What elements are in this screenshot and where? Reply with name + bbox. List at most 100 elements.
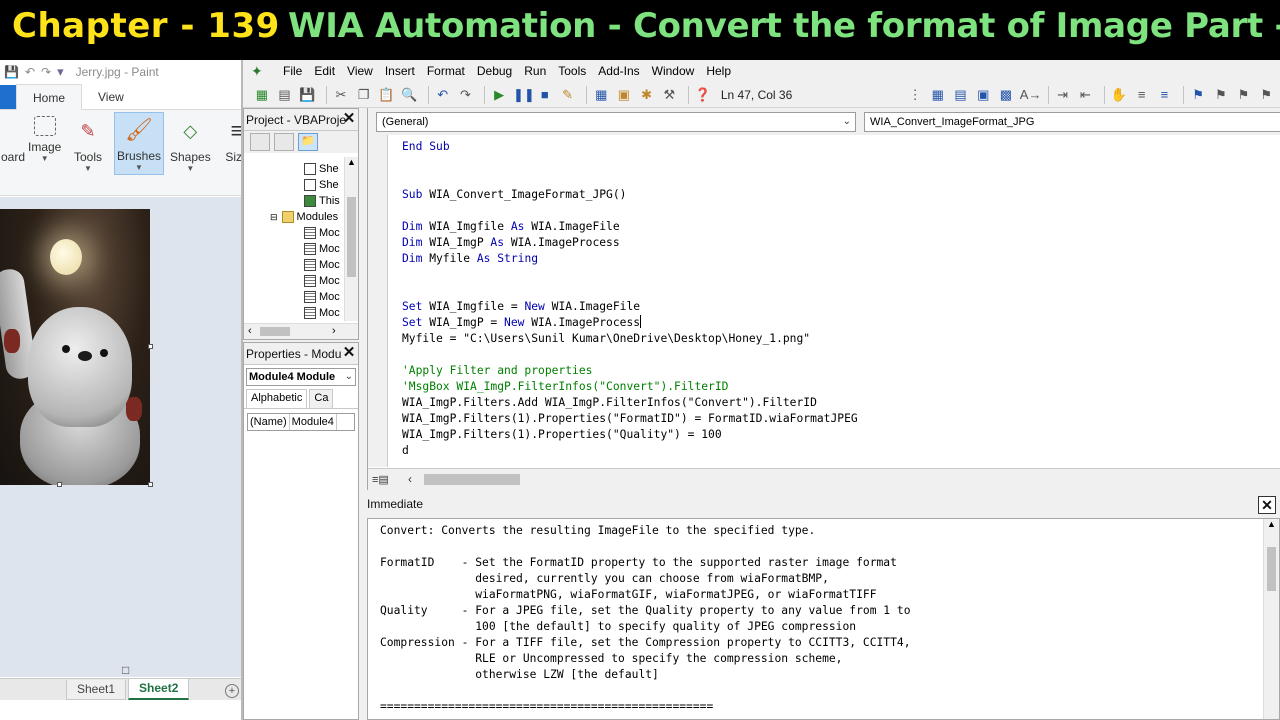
code-line[interactable] bbox=[402, 283, 858, 299]
insert-object-icon[interactable]: ▤ bbox=[276, 86, 294, 104]
image-button[interactable]: Image ▼ bbox=[28, 116, 61, 163]
menu-file[interactable]: File bbox=[277, 64, 308, 78]
clipboard-button[interactable]: oard bbox=[0, 116, 28, 164]
code-line[interactable] bbox=[402, 203, 858, 219]
size-button[interactable]: ≡ Size bbox=[222, 116, 241, 164]
code-line[interactable]: WIA_ImgP.Filters.Add WIA_ImgP.FilterInfo… bbox=[402, 395, 858, 411]
toggle-breakpoint-icon[interactable]: ✋ bbox=[1110, 86, 1128, 104]
save-icon[interactable]: 💾 bbox=[298, 86, 316, 104]
code-line[interactable]: 'MsgBox WIA_ImgP.FilterInfos("Convert").… bbox=[402, 379, 858, 395]
tools-button[interactable]: ✎ Tools ▼ bbox=[73, 116, 103, 174]
toggle-folders-button[interactable]: 📁 bbox=[298, 133, 318, 151]
chevron-left-icon[interactable]: ‹ bbox=[248, 325, 252, 337]
code-line[interactable]: Set WIA_Imgfile = New WIA.ImageFile bbox=[402, 299, 858, 315]
clear-bookmarks-icon[interactable]: ⚑ bbox=[1257, 86, 1275, 104]
chevron-up-icon[interactable]: ▲ bbox=[345, 157, 358, 167]
object-combo[interactable]: (General) ⌄ bbox=[376, 112, 856, 132]
scrollbar-thumb[interactable] bbox=[347, 197, 356, 277]
immediate-scrollbar[interactable]: ▲ bbox=[1263, 519, 1279, 719]
object-browser-icon[interactable]: ✱ bbox=[638, 86, 656, 104]
tree-item[interactable]: Moc bbox=[244, 241, 344, 257]
customize-icon[interactable]: ▾ bbox=[57, 64, 64, 80]
code-editor[interactable]: End Sub Sub WIA_Convert_ImageFormat_JPG(… bbox=[402, 139, 858, 459]
tab-alphabetic[interactable]: Alphabetic bbox=[246, 389, 308, 408]
resize-handle[interactable] bbox=[57, 482, 62, 487]
resize-handle[interactable] bbox=[148, 344, 153, 349]
uncomment-block-icon[interactable]: ≡ bbox=[1156, 86, 1174, 104]
design-mode-icon[interactable]: ✎ bbox=[559, 86, 577, 104]
tree-item[interactable]: She bbox=[244, 177, 344, 193]
collapse-icon[interactable]: ⊟ bbox=[270, 212, 278, 223]
tree-item[interactable]: This bbox=[244, 193, 344, 209]
scrollbar-thumb[interactable] bbox=[260, 327, 290, 336]
quick-info-icon[interactable]: ▣ bbox=[974, 86, 992, 104]
code-line[interactable] bbox=[402, 155, 858, 171]
menu-debug[interactable]: Debug bbox=[471, 64, 518, 78]
project-explorer-icon[interactable]: ▦ bbox=[592, 86, 610, 104]
menu-tools[interactable]: Tools bbox=[552, 64, 592, 78]
copy-icon[interactable]: ❐ bbox=[355, 86, 373, 104]
tree-item[interactable]: Moc bbox=[244, 289, 344, 305]
menu-edit[interactable]: Edit bbox=[308, 64, 341, 78]
object-selector[interactable]: Module4 Module ⌄ bbox=[246, 368, 356, 386]
code-line[interactable] bbox=[402, 171, 858, 187]
image-canvas[interactable] bbox=[0, 209, 150, 485]
properties-window-icon[interactable]: ▣ bbox=[615, 86, 633, 104]
add-sheet-icon[interactable]: + bbox=[225, 684, 239, 698]
tree-item[interactable]: Moc bbox=[244, 305, 344, 321]
sheet-tab-sheet2[interactable]: Sheet2 bbox=[128, 679, 190, 700]
file-tab[interactable] bbox=[0, 84, 16, 109]
outdent-icon[interactable]: ⇤ bbox=[1076, 86, 1094, 104]
tree-item-modules[interactable]: ⊟ Modules bbox=[244, 209, 344, 225]
list-properties-icon[interactable]: ▦ bbox=[929, 86, 947, 104]
list-constants-icon[interactable]: ▤ bbox=[952, 86, 970, 104]
sheet-tab-sheet1[interactable]: Sheet1 bbox=[66, 680, 127, 700]
property-value[interactable]: Module4 bbox=[290, 414, 337, 430]
undo-icon[interactable]: ↶ bbox=[25, 65, 35, 79]
code-line[interactable]: Dim WIA_ImgP As WIA.ImageProcess bbox=[402, 235, 858, 251]
resize-handle[interactable] bbox=[148, 482, 153, 487]
view-object-button[interactable] bbox=[274, 133, 294, 151]
chevron-up-icon[interactable]: ▲ bbox=[1264, 519, 1279, 529]
code-line[interactable]: WIA_ImgP.Filters(1).Properties("Quality"… bbox=[402, 427, 858, 443]
undo-icon[interactable]: ↶ bbox=[434, 86, 452, 104]
previous-bookmark-icon[interactable]: ⚑ bbox=[1235, 86, 1253, 104]
comment-block-icon[interactable]: ≡ bbox=[1133, 86, 1151, 104]
reset-icon[interactable]: ■ bbox=[536, 86, 554, 104]
code-line[interactable]: WIA_ImgP.Filters(1).Properties("FormatID… bbox=[402, 411, 858, 427]
tree-item[interactable]: Moc bbox=[244, 273, 344, 289]
code-line[interactable]: Myfile = "C:\Users\Sunil Kumar\OneDrive\… bbox=[402, 331, 858, 347]
close-icon[interactable]: ✕ bbox=[1258, 496, 1276, 514]
procedure-view-icon[interactable]: ≡▤ bbox=[372, 473, 389, 486]
code-line[interactable] bbox=[402, 267, 858, 283]
brushes-button[interactable]: 🖌 Brushes ▼ bbox=[114, 112, 165, 175]
toolbar-overflow-icon[interactable]: ⋮ bbox=[906, 86, 924, 104]
code-line[interactable] bbox=[402, 347, 858, 363]
close-icon[interactable]: ✕ bbox=[341, 111, 357, 127]
menu-add-ins[interactable]: Add-Ins bbox=[592, 64, 645, 78]
immediate-output[interactable]: Convert: Converts the resulting ImageFil… bbox=[380, 523, 911, 715]
margin-indicator-bar[interactable] bbox=[368, 135, 388, 467]
run-icon[interactable]: ▶ bbox=[490, 86, 508, 104]
project-vertical-scrollbar[interactable]: ▲ bbox=[344, 157, 358, 321]
scrollbar-thumb[interactable] bbox=[1267, 547, 1276, 591]
code-line[interactable]: End Sub bbox=[402, 139, 858, 155]
help-icon[interactable]: ❓ bbox=[694, 86, 712, 104]
tab-home[interactable]: Home bbox=[16, 83, 83, 110]
next-bookmark-icon[interactable]: ⚑ bbox=[1212, 86, 1230, 104]
menu-format[interactable]: Format bbox=[421, 64, 471, 78]
chevron-left-icon[interactable]: ‹ bbox=[408, 472, 412, 486]
code-line[interactable]: Dim WIA_Imgfile As WIA.ImageFile bbox=[402, 219, 858, 235]
menu-run[interactable]: Run bbox=[518, 64, 552, 78]
parameter-info-icon[interactable]: ▩ bbox=[997, 86, 1015, 104]
scrollbar-thumb[interactable] bbox=[424, 474, 520, 485]
menu-view[interactable]: View bbox=[341, 64, 379, 78]
project-horizontal-scrollbar[interactable]: ‹ › bbox=[244, 323, 358, 339]
tab-view[interactable]: View bbox=[82, 84, 140, 110]
code-line[interactable]: Sub WIA_Convert_ImageFormat_JPG() bbox=[402, 187, 858, 203]
redo-icon[interactable]: ↷ bbox=[41, 65, 51, 79]
immediate-window[interactable]: Convert: Converts the resulting ImageFil… bbox=[367, 518, 1280, 720]
close-icon[interactable]: ✕ bbox=[341, 345, 357, 361]
excel-icon[interactable]: ▦ bbox=[253, 86, 271, 104]
toggle-bookmark-icon[interactable]: ⚑ bbox=[1189, 86, 1207, 104]
